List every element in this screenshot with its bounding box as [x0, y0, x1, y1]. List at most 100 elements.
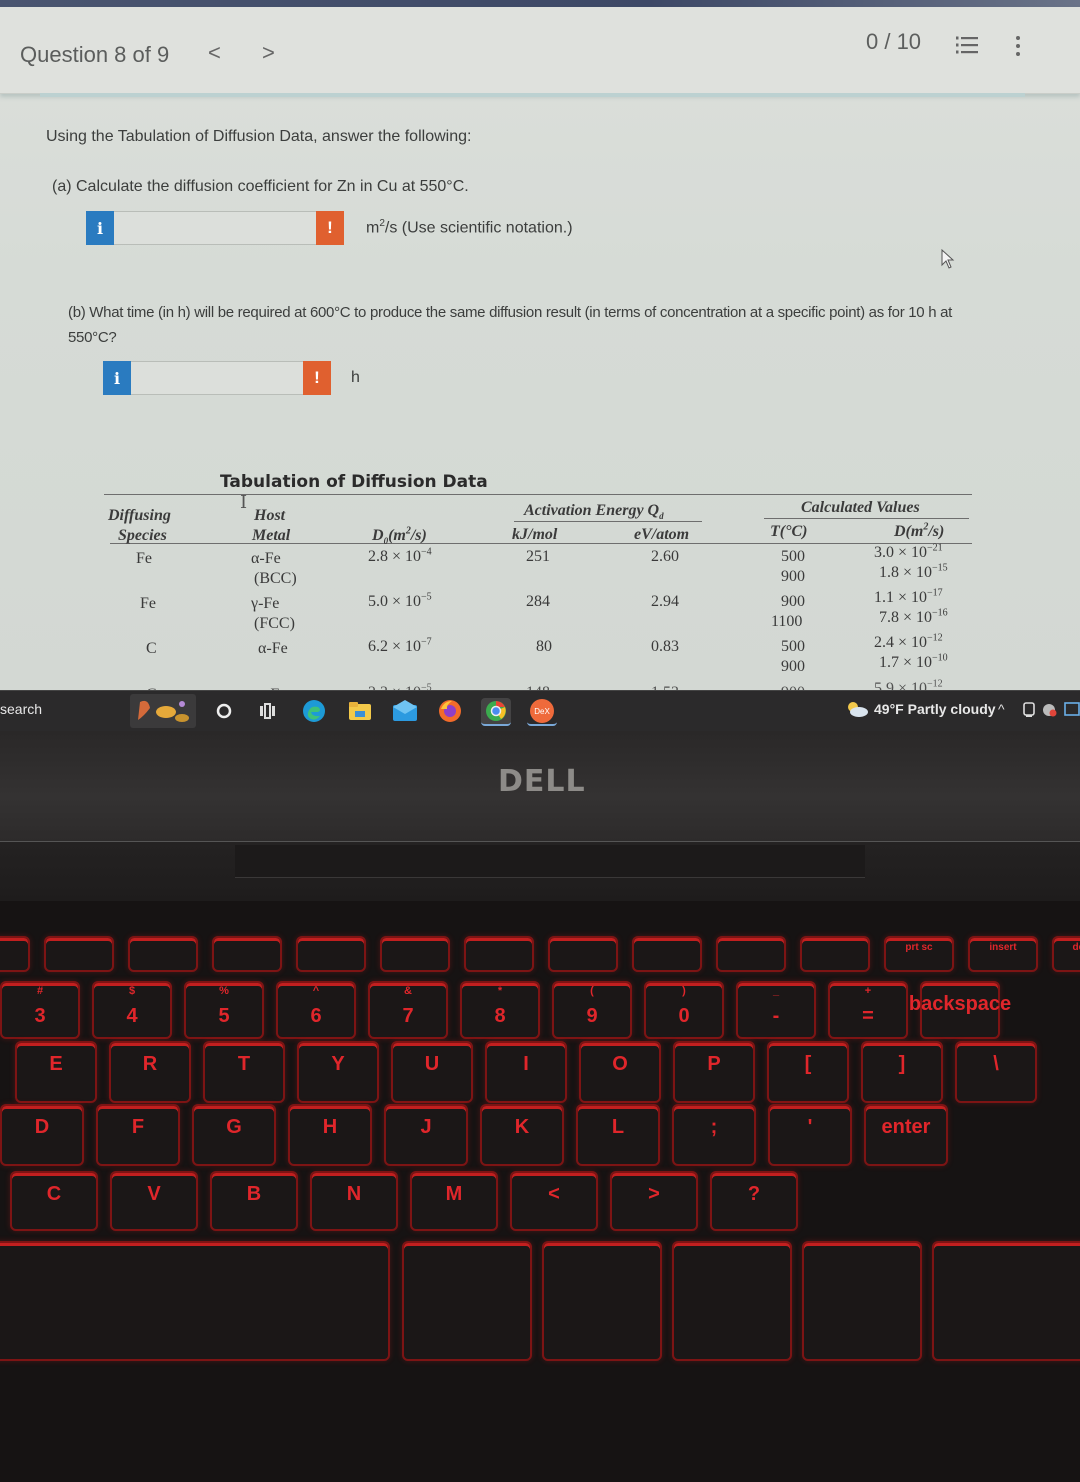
key-bottom-4[interactable] [802, 1241, 922, 1361]
key--[interactable]: [ [767, 1041, 849, 1103]
key-label: - [772, 1005, 780, 1027]
activation-group-rule [514, 521, 702, 522]
key-spacebar[interactable] [0, 1241, 390, 1361]
key-insert[interactable]: insert [968, 936, 1038, 972]
key--[interactable]: _ - [736, 981, 816, 1039]
key--[interactable]: + = [828, 981, 908, 1039]
key-delete[interactable]: delete [1052, 936, 1080, 972]
key-fn-0[interactable] [0, 936, 30, 972]
key-t[interactable]: T [203, 1041, 285, 1103]
key-i[interactable]: I [485, 1041, 567, 1103]
key-label: V [147, 1183, 161, 1205]
key-h[interactable]: H [288, 1104, 372, 1166]
meet-now-icon[interactable] [1042, 703, 1058, 717]
key-fn-6[interactable] [464, 936, 534, 972]
key-bottom-3[interactable] [672, 1241, 792, 1361]
key-f[interactable]: F [96, 1104, 180, 1166]
key--[interactable]: < [510, 1171, 598, 1231]
key-9[interactable]: (9 [552, 981, 632, 1039]
key-fn-7[interactable] [548, 936, 618, 972]
cell-host: α-Fe [258, 640, 288, 657]
firefox-icon[interactable] [437, 698, 463, 724]
key-bottom-5[interactable] [932, 1241, 1080, 1361]
key-fn-8[interactable] [632, 936, 702, 972]
key-d[interactable]: D [0, 1104, 84, 1166]
key-shift-label: ^ [312, 985, 320, 997]
key-enter[interactable]: enter [864, 1104, 948, 1166]
key-3[interactable]: #3 [0, 981, 80, 1039]
cell-host: γ-Fe [251, 595, 280, 612]
key-0[interactable]: ) 0 [644, 981, 724, 1039]
key-fn-3[interactable] [212, 936, 282, 972]
key-m[interactable]: M [410, 1171, 498, 1231]
key-l[interactable]: L [576, 1104, 660, 1166]
key--[interactable]: ? [710, 1171, 798, 1231]
key--[interactable]: ; [672, 1104, 756, 1166]
key-5[interactable]: % 5 [184, 981, 264, 1039]
weather-widget[interactable]: 49°F Partly cloudy [845, 700, 996, 718]
key-g[interactable]: G [192, 1104, 276, 1166]
key-v[interactable]: V [110, 1171, 198, 1231]
key-y[interactable]: Y [297, 1041, 379, 1103]
info-icon[interactable]: i [103, 361, 131, 395]
taskbar-search[interactable]: search [0, 701, 42, 717]
info-icon[interactable]: i [86, 211, 114, 245]
key-u[interactable]: U [391, 1041, 473, 1103]
part-a-answer-input[interactable] [114, 211, 316, 245]
warning-icon[interactable]: ! [316, 211, 344, 245]
key-8[interactable]: * 8 [460, 981, 540, 1039]
dex-icon[interactable]: DeX [527, 698, 557, 726]
chrome-icon[interactable] [481, 698, 511, 726]
input-indicator-icon[interactable] [1064, 701, 1080, 717]
cell-diffusivity: 2.4 × 10−12 [874, 633, 943, 652]
header-host-2: Metal [252, 527, 291, 544]
key-c[interactable]: C [10, 1171, 98, 1231]
key-r[interactable]: R [109, 1041, 191, 1103]
key-fn-9[interactable] [716, 936, 786, 972]
key--[interactable]: ' [768, 1104, 852, 1166]
key-p[interactable]: P [673, 1041, 755, 1103]
key-bottom-1[interactable] [402, 1241, 532, 1361]
key-label: prt sc [905, 942, 933, 953]
task-view-icon[interactable] [254, 698, 280, 724]
tray-chevron-icon[interactable]: ^ [998, 701, 1005, 717]
more-vertical-icon[interactable] [1012, 34, 1024, 58]
key-n[interactable]: N [310, 1171, 398, 1231]
device-icon[interactable] [1022, 702, 1036, 718]
cortana-icon[interactable] [211, 698, 237, 724]
mail-icon[interactable] [392, 698, 418, 724]
key-shift-label: _ [772, 985, 780, 997]
key-fn-5[interactable] [380, 936, 450, 972]
key-fn-2[interactable] [128, 936, 198, 972]
d-exponent: −15 [932, 562, 948, 574]
cell-d0: 6.2 × 10−7 [368, 637, 432, 656]
key-fn-10[interactable] [800, 936, 870, 972]
key-6[interactable]: ^ 6 [276, 981, 356, 1039]
numbered-list-icon[interactable] [955, 34, 979, 56]
next-question-button[interactable]: > [262, 40, 275, 66]
key-prt-sc[interactable]: prt sc [884, 936, 954, 972]
key-o[interactable]: O [579, 1041, 661, 1103]
key-k[interactable]: K [480, 1104, 564, 1166]
cell-species: C [146, 640, 157, 657]
edge-icon[interactable] [301, 698, 327, 724]
file-explorer-icon[interactable] [347, 698, 373, 724]
key-bottom-2[interactable] [542, 1241, 662, 1361]
key--[interactable]: ] [861, 1041, 943, 1103]
key-fn-1[interactable] [44, 936, 114, 972]
warning-icon[interactable]: ! [303, 361, 331, 395]
widgets-icon[interactable] [130, 694, 196, 728]
key--[interactable]: \ [955, 1041, 1037, 1103]
previous-question-button[interactable]: < [208, 40, 221, 66]
key--[interactable]: > [610, 1171, 698, 1231]
key-7[interactable]: & 7 [368, 981, 448, 1039]
key-b[interactable]: B [210, 1171, 298, 1231]
part-b-answer-input[interactable] [131, 361, 303, 395]
key-backspace[interactable]: backspace [909, 981, 1011, 1039]
header-temperature: T(°C) [770, 523, 808, 540]
key-e[interactable]: E [15, 1041, 97, 1103]
cell-species: Fe [136, 550, 152, 567]
key-fn-4[interactable] [296, 936, 366, 972]
key-4[interactable]: $4 [92, 981, 172, 1039]
key-j[interactable]: J [384, 1104, 468, 1166]
